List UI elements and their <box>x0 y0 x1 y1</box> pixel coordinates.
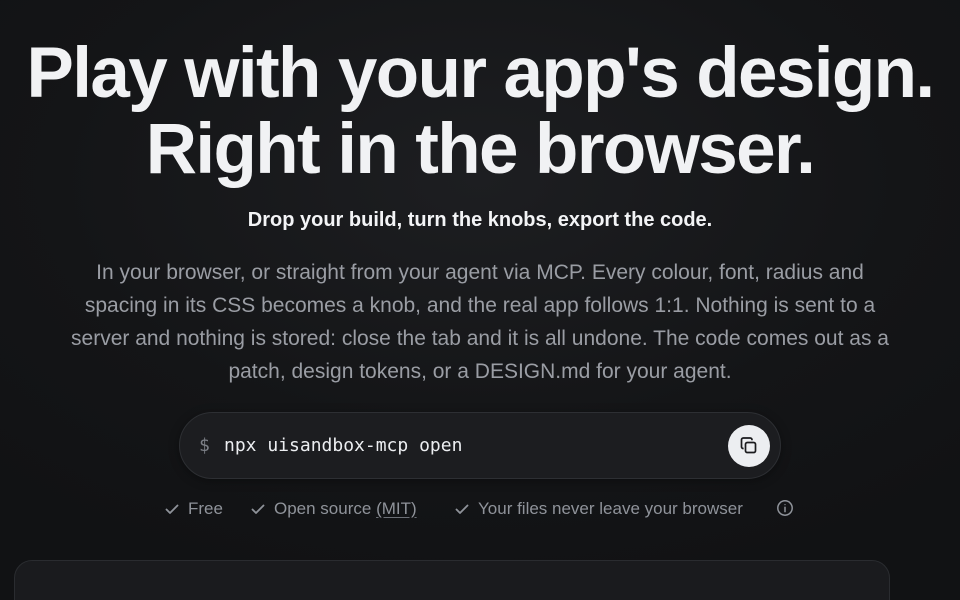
copy-icon <box>740 437 757 454</box>
description-line: In your browser, or straight from your a… <box>96 261 864 284</box>
feature-open-source: Open source (MIT) <box>250 496 440 522</box>
feature-list: Free Open source (MIT) Your files never … <box>0 496 960 522</box>
app-preview-panel <box>14 560 890 600</box>
open-source-text: Open source <box>274 499 377 518</box>
description-line: server and nothing is stored: close the … <box>71 327 889 350</box>
feature-files-local: Your files never leave your browser <box>454 496 784 522</box>
feature-files-label: Your files never leave your browser <box>478 499 743 518</box>
description-line: patch, design tokens, or a DESIGN.md for… <box>228 360 732 383</box>
mit-license-link[interactable]: (MIT) <box>376 499 417 518</box>
feature-open-source-label: Open source (MIT) <box>274 496 417 522</box>
install-command-text[interactable]: npx uisandbox-mcp open <box>224 433 462 459</box>
check-icon <box>165 504 179 514</box>
subheadline: Drop your build, turn the knobs, export … <box>247 209 713 231</box>
info-icon[interactable] <box>776 499 794 517</box>
check-icon <box>455 504 469 514</box>
check-icon <box>251 504 265 514</box>
description-line: spacing in its CSS becomes a knob, and t… <box>84 294 876 317</box>
feature-free: Free <box>164 496 234 522</box>
shell-prompt: $ <box>199 435 210 456</box>
headline-line-1: Play with your app's design. <box>26 34 935 113</box>
headline-line-2: Right in the browser. <box>145 110 816 189</box>
copy-command-button[interactable] <box>728 425 770 467</box>
feature-free-label: Free <box>188 499 223 518</box>
install-command-box[interactable]: $ npx uisandbox-mcp open <box>179 412 781 479</box>
